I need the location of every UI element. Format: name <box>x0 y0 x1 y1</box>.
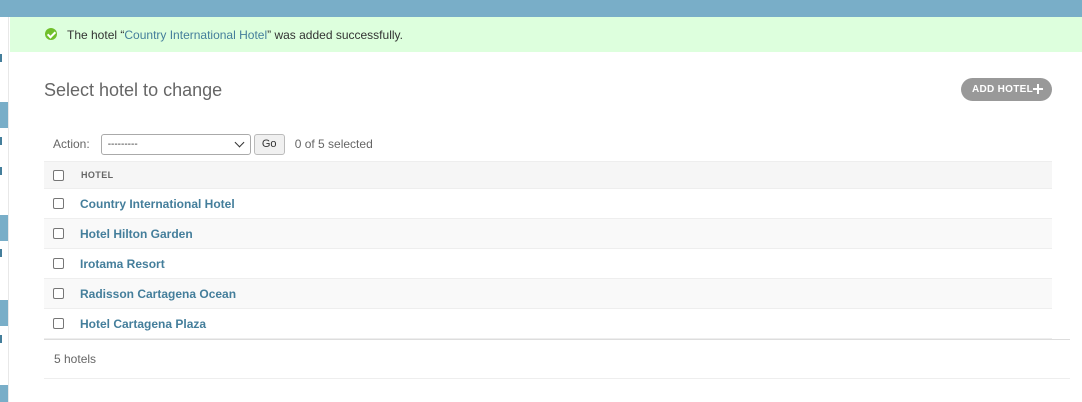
table-header: HOTEL <box>44 161 1052 189</box>
sidebar-section-header <box>0 385 8 402</box>
row-checkbox[interactable] <box>53 228 64 239</box>
results-table: HOTEL Country International Hotel Hotel … <box>44 161 1052 339</box>
sidebar-marker <box>0 249 2 257</box>
chevron-down-icon <box>234 137 245 147</box>
hotel-link[interactable]: Irotama Resort <box>80 257 165 271</box>
collapsed-sidebar[interactable] <box>0 17 9 402</box>
go-button[interactable]: Go <box>253 133 285 155</box>
actions-bar: Action: --------- Go 0 of 5 selected <box>44 127 1052 161</box>
hotel-link[interactable]: Hotel Cartagena Plaza <box>80 317 206 331</box>
result-count-footer: 5 hotels <box>44 339 1070 379</box>
sidebar-marker <box>0 167 2 175</box>
action-select-value: --------- <box>107 138 138 150</box>
hotel-link[interactable]: Hotel Hilton Garden <box>80 227 193 241</box>
check-circle-icon <box>45 28 57 40</box>
selection-counter: 0 of 5 selected <box>294 137 373 151</box>
sidebar-marker <box>0 335 2 343</box>
row-checkbox[interactable] <box>53 288 64 299</box>
sidebar-marker <box>0 137 2 145</box>
table-row: Radisson Cartagena Ocean <box>44 279 1052 309</box>
action-select[interactable]: --------- <box>100 133 251 155</box>
plus-icon <box>1033 84 1043 94</box>
page-title: Select hotel to change <box>44 80 223 100</box>
row-checkbox[interactable] <box>53 318 64 329</box>
action-label: Action: <box>53 137 90 151</box>
added-hotel-link[interactable]: Country International Hotel <box>124 28 267 42</box>
sidebar-section-header <box>0 215 8 241</box>
row-checkbox[interactable] <box>53 198 64 209</box>
success-message: The hotel “Country International Hotel” … <box>10 17 1082 52</box>
table-row: Irotama Resort <box>44 249 1052 279</box>
success-message-text: The hotel “Country International Hotel” … <box>67 27 403 42</box>
table-row: Hotel Hilton Garden <box>44 219 1052 249</box>
top-header-bar <box>0 0 1082 17</box>
table-row: Country International Hotel <box>44 189 1052 219</box>
hotel-link[interactable]: Country International Hotel <box>80 197 235 211</box>
add-hotel-label: ADD HOTEL <box>972 84 1034 95</box>
select-all-checkbox[interactable] <box>53 169 64 181</box>
column-header-hotel[interactable]: HOTEL <box>81 170 114 180</box>
row-checkbox[interactable] <box>53 258 64 269</box>
table-row: Hotel Cartagena Plaza <box>44 309 1052 339</box>
sidebar-section-header <box>0 300 8 326</box>
sidebar-section-header <box>0 102 8 128</box>
hotel-link[interactable]: Radisson Cartagena Ocean <box>80 287 236 301</box>
add-hotel-button[interactable]: ADD HOTEL <box>961 78 1052 101</box>
sidebar-marker <box>0 54 2 62</box>
